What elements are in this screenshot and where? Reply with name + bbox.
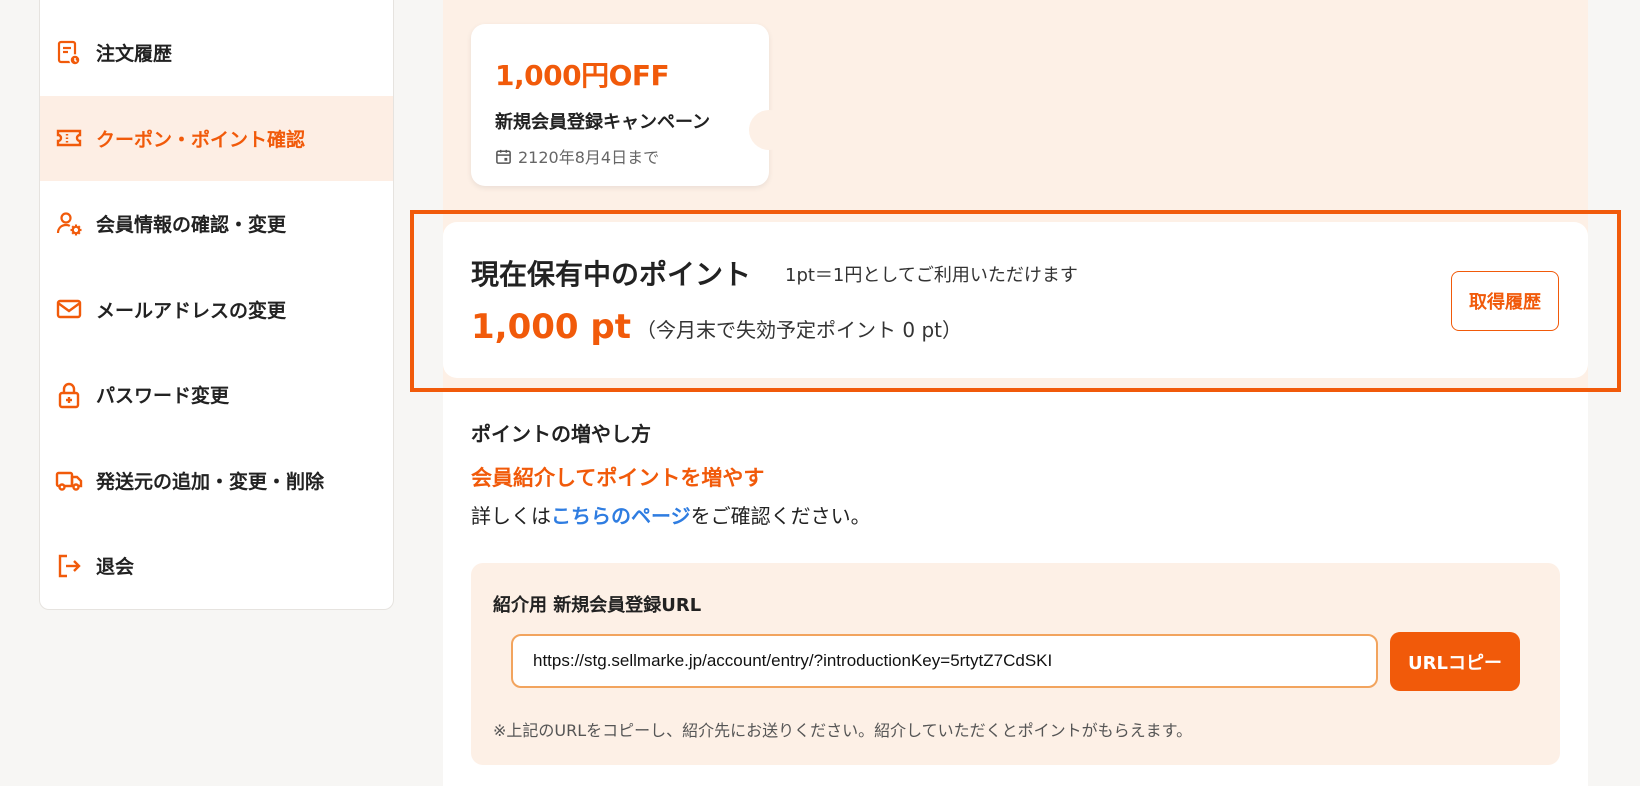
referral-url-input[interactable] [511,634,1378,688]
referral-detail: 詳しくはこちらのページをご確認ください。 [471,500,871,529]
points-title: 現在保有中のポイント [471,258,752,291]
order-history-icon [54,38,84,68]
coupon-notch [749,110,789,150]
coupon-expiry-text: 2120年8月4日まで [518,148,660,167]
referral-title: 会員紹介してポイントを増やす [471,466,765,490]
points-value: 1,000 pt [471,307,631,347]
sidebar-item-coupon-points[interactable]: クーポン・ポイント確認 [40,95,393,181]
sidebar-item-label: 会員情報の確認・変更 [96,214,287,237]
sidebar-item-shipping-origin[interactable]: 発送元の追加・変更・削除 [40,438,393,524]
coupon-expiry: 2120年8月4日まで [495,144,745,168]
coupon-card[interactable]: 1,000円OFF 新規会員登録キャンペーン 2120年8月4日まで [471,24,789,186]
ticket-icon [54,123,84,153]
points-expiring: （今月末で失効予定ポイント 0 pt） [636,318,962,342]
sidebar-item-member-info[interactable]: 会員情報の確認・変更 [40,181,393,267]
sidebar-item-label: 注文履歴 [96,43,173,66]
sidebar-item-label: メールアドレスの変更 [96,299,287,322]
truck-icon [54,465,84,495]
points-note: 1pt＝1円としてご利用いただけます [785,265,1078,286]
user-settings-icon [54,209,84,239]
detail-page-link[interactable]: こちらのページ [551,504,691,528]
mail-icon [54,294,84,324]
sidebar: 注文履歴 クーポン・ポイント確認 会員情報の確認・変更 メールアドレスの変更 パ… [39,0,394,610]
points-history-button[interactable]: 取得履歴 [1451,271,1559,331]
sidebar-item-order-history[interactable]: 注文履歴 [40,10,393,96]
sidebar-item-label: 発送元の追加・変更・削除 [96,470,325,493]
sidebar-item-label: パスワード変更 [96,385,230,408]
sidebar-item-withdraw[interactable]: 退会 [40,523,393,609]
detail-suffix: をご確認ください。 [690,504,871,528]
logout-icon [54,551,84,581]
sidebar-item-email-change[interactable]: メールアドレスの変更 [40,267,393,353]
coupon-amount: 1,000円OFF [495,59,670,92]
sidebar-item-password-change[interactable]: パスワード変更 [40,352,393,438]
referral-url-note: ※上記のURLをコピーし、紹介先にお送りください。紹介していただくとポイントがも… [493,721,1193,740]
sidebar-item-label: クーポン・ポイント確認 [96,128,306,151]
calendar-icon [496,149,511,164]
sidebar-item-label: 退会 [96,556,135,579]
detail-prefix: 詳しくは [471,504,551,528]
url-copy-button[interactable]: URLコピー [1390,632,1520,691]
points-card [443,222,1588,378]
coupon-name: 新規会員登録キャンペーン [495,112,711,133]
increase-title: ポイントの増やし方 [471,422,651,446]
lock-icon [54,380,84,410]
referral-url-label: 紹介用 新規会員登録URL [493,595,702,616]
